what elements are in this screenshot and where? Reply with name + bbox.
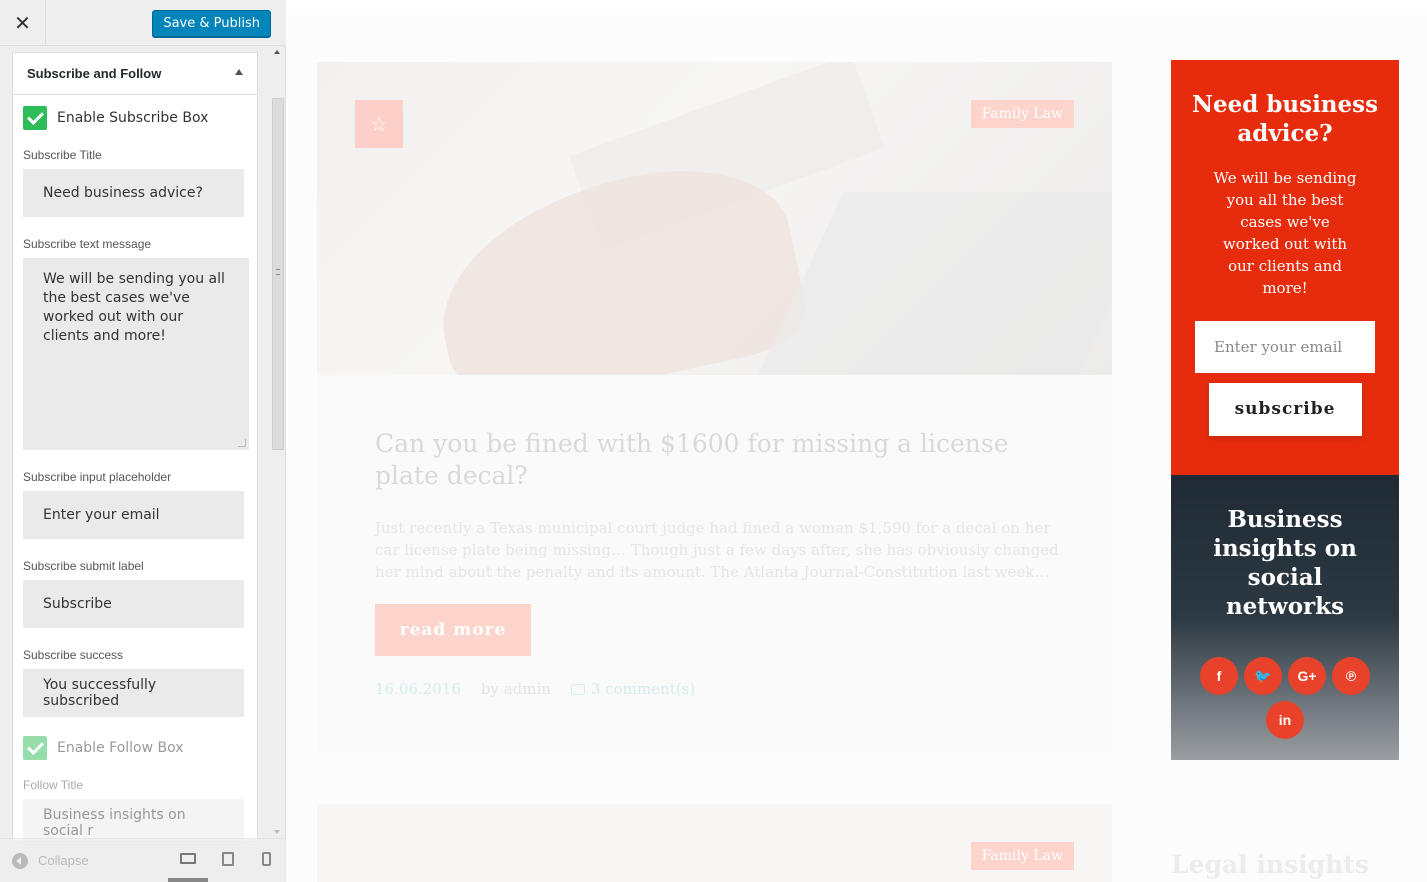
star-icon[interactable]: ☆ (355, 100, 403, 148)
sidebar-scrollbar[interactable] (271, 46, 285, 838)
enable-subscribe-label: Enable Subscribe Box (57, 109, 209, 126)
resize-handle-icon[interactable] (238, 439, 246, 447)
post-title[interactable]: Can you be fined with $1600 for missing … (375, 428, 1065, 492)
post-card: ☆ Family Law Can you be fined with $1600… (317, 62, 1112, 752)
desktop-preview-icon[interactable] (180, 853, 196, 864)
subscribe-success-input[interactable]: You successfully subscribed (23, 669, 244, 717)
subscribe-title-input[interactable]: Need business advice? (23, 169, 244, 217)
read-more-button[interactable]: read more (375, 604, 531, 656)
site-preview: ☆ Family Law Can you be fined with $1600… (287, 0, 1427, 882)
social-icons: f 🐦 G+ ℗ in (1190, 657, 1380, 739)
post-date: 16.06.2016 (375, 680, 461, 698)
post-comments[interactable]: 3 comment(s) (570, 680, 695, 698)
category-tag[interactable]: Family Law (970, 842, 1074, 870)
subscribe-text-label: Subscribe text message (23, 237, 152, 251)
checkbox-checked-icon[interactable] (23, 105, 47, 130)
scroll-up-icon[interactable] (274, 50, 280, 54)
comments-count[interactable]: 3 comment(s) (591, 680, 695, 698)
google-plus-icon[interactable]: G+ (1288, 657, 1326, 695)
subscribe-submit-input[interactable]: Subscribe (23, 580, 244, 628)
post-author[interactable]: by admin (481, 680, 551, 698)
subscribe-placeholder-input[interactable]: Enter your email (23, 491, 244, 539)
customizer-panel: ✕ Save & Publish Subscribe and Follow En… (0, 0, 286, 882)
subscribe-placeholder-label: Subscribe input placeholder (23, 470, 172, 484)
subscribe-widget: Need business advice? We will be sending… (1171, 60, 1399, 475)
enable-follow-label: Enable Follow Box (57, 739, 184, 756)
subscribe-follow-section: Subscribe and Follow Enable Subscribe Bo… (12, 52, 258, 842)
subscribe-widget-title: Need business advice? (1191, 91, 1379, 147)
post-card: Family Law (317, 804, 1112, 882)
linkedin-icon[interactable]: in (1266, 701, 1304, 739)
enable-follow-checkbox[interactable]: Enable Follow Box (23, 725, 247, 770)
close-icon[interactable]: ✕ (0, 0, 46, 46)
checkbox-checked-icon[interactable] (23, 735, 47, 760)
subscribe-email-input[interactable]: Enter your email (1195, 321, 1375, 373)
subscribe-submit-label: Subscribe submit label (23, 559, 144, 573)
customizer-header: ✕ Save & Publish (0, 0, 286, 46)
subscribe-button[interactable]: subscribe (1208, 383, 1362, 436)
mobile-preview-icon[interactable] (262, 852, 271, 866)
subscribe-widget-text: We will be sending you all the best case… (1213, 169, 1357, 297)
post-excerpt: Just recently a Texas municipal court ju… (375, 519, 1059, 581)
active-device-indicator (168, 878, 208, 882)
subscribe-title-label: Subscribe Title (23, 148, 102, 162)
enable-subscribe-checkbox[interactable]: Enable Subscribe Box (23, 95, 247, 140)
preview-topbar (287, 0, 1427, 14)
post-image[interactable]: ☆ Family Law (317, 62, 1112, 375)
section-header[interactable]: Subscribe and Follow (13, 53, 257, 95)
social-widget-title: Business insights on social networks (1213, 506, 1357, 620)
section-title: Subscribe and Follow (27, 66, 162, 81)
subscribe-text-textarea[interactable]: We will be sending you all the best case… (23, 258, 249, 450)
caret-up-icon[interactable] (235, 69, 243, 75)
follow-title-label: Follow Title (23, 778, 84, 792)
scroll-down-icon[interactable] (274, 830, 280, 834)
tablet-preview-icon[interactable] (222, 852, 234, 866)
social-widget: Business insights on social networks f 🐦… (1171, 475, 1399, 760)
comment-icon (570, 683, 585, 695)
twitter-icon[interactable]: 🐦 (1244, 657, 1282, 695)
post-meta: 16.06.2016 by admin 3 comment(s) (375, 680, 695, 698)
category-tag[interactable]: Family Law (970, 100, 1074, 128)
legal-insights-title: Legal insights (1171, 850, 1369, 879)
subscribe-success-label: Subscribe success (23, 648, 124, 662)
collapse-label[interactable]: Collapse (38, 853, 89, 868)
subscribe-text-value: We will be sending you all the best case… (43, 271, 225, 344)
save-publish-button[interactable]: Save & Publish (152, 10, 271, 37)
collapse-icon[interactable] (12, 852, 28, 869)
facebook-icon[interactable]: f (1200, 657, 1238, 695)
follow-title-input[interactable]: Business insights on social r (23, 799, 244, 841)
customizer-footer: Collapse (0, 838, 286, 882)
scrollbar-thumb[interactable] (272, 98, 284, 450)
pinterest-icon[interactable]: ℗ (1332, 657, 1370, 695)
